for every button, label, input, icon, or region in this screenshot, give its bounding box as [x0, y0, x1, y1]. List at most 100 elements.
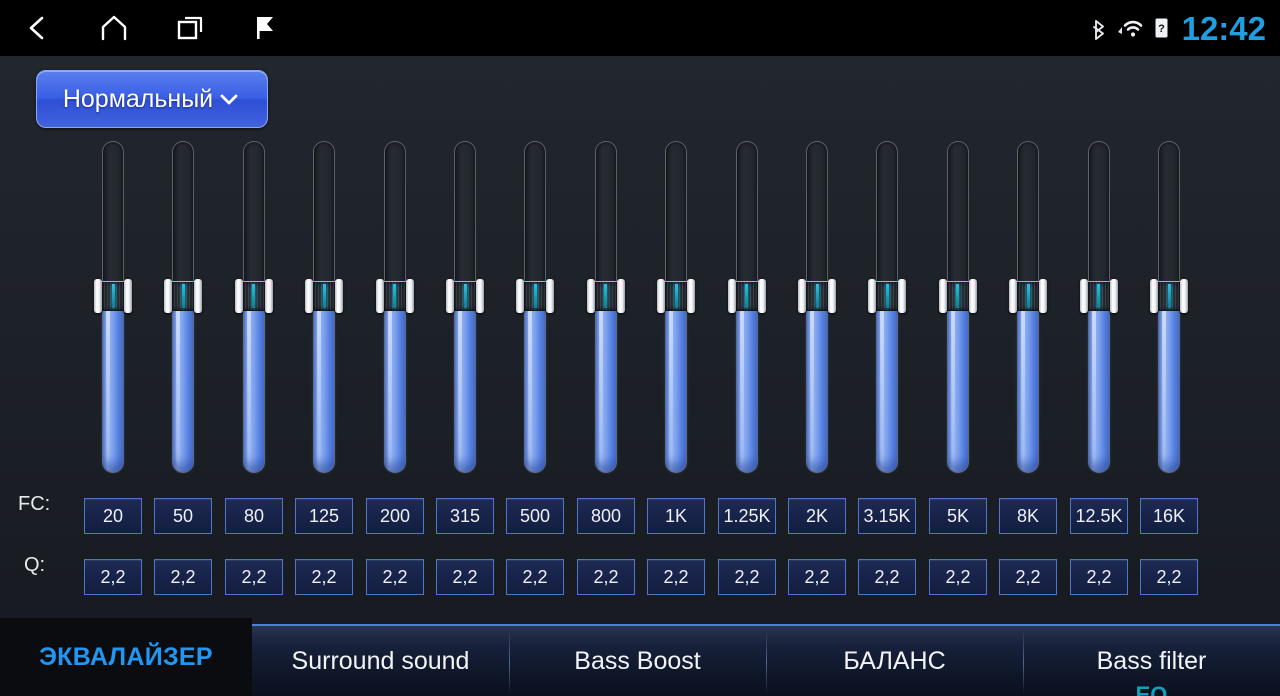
q-value-cell[interactable]: 2,2	[858, 559, 916, 595]
eq-slider-thumb-cap-right	[898, 279, 907, 313]
eq-slider-fill	[243, 295, 264, 472]
q-row-label: Q:	[24, 554, 46, 576]
svg-text:?: ?	[1158, 23, 1165, 35]
eq-slider[interactable]	[375, 141, 414, 473]
q-value-cell[interactable]: 2,2	[506, 559, 564, 595]
eq-slider-thumb[interactable]	[586, 279, 625, 313]
eq-slider[interactable]	[1150, 141, 1188, 473]
eq-slider-thumb[interactable]	[938, 279, 977, 313]
fc-value-cell[interactable]: 3.15K	[858, 498, 916, 534]
eq-slider-thumb-grip	[241, 281, 266, 311]
eq-slider-thumb[interactable]	[164, 279, 203, 313]
eq-slider-thumb-grip	[734, 281, 759, 311]
fc-value-cell[interactable]: 80	[225, 498, 283, 534]
eq-slider[interactable]	[234, 141, 273, 473]
q-value-cell[interactable]: 2,2	[1140, 559, 1198, 595]
back-icon[interactable]	[0, 0, 76, 56]
q-value-cell[interactable]: 2,2	[366, 559, 424, 595]
flag-icon[interactable]	[228, 0, 304, 56]
eq-slider-thumb-cap-right	[968, 279, 977, 313]
q-value-cell[interactable]: 2,2	[295, 559, 353, 595]
preset-dropdown-button[interactable]: Нормальный	[36, 70, 268, 128]
eq-slider-thumb[interactable]	[1009, 279, 1048, 313]
fc-value-cell[interactable]: 20	[84, 498, 142, 534]
eq-slider-thumb[interactable]	[868, 279, 907, 313]
fc-value-cell[interactable]: 50	[154, 498, 212, 534]
eq-slider-thumb[interactable]	[516, 279, 555, 313]
eq-slider-thumb-grip	[453, 281, 477, 311]
eq-slider-thumb[interactable]	[446, 279, 484, 313]
home-icon[interactable]	[76, 0, 152, 56]
eq-slider-thumb-grip	[664, 281, 689, 311]
q-value-cell[interactable]: 2,2	[436, 559, 494, 595]
fc-value-cell[interactable]: 200	[366, 498, 424, 534]
eq-slider-thumb[interactable]	[657, 279, 696, 313]
tab-item-label: Bass filter	[1096, 646, 1207, 675]
fc-value-cell[interactable]: 500	[506, 498, 564, 534]
fc-value-cell[interactable]: 16K	[1140, 498, 1198, 534]
eq-slider-thumb[interactable]	[727, 279, 766, 313]
fc-value-cell[interactable]: 800	[577, 498, 635, 534]
eq-slider[interactable]	[446, 141, 484, 473]
eq-slider-thumb-cap-right	[264, 279, 273, 313]
eq-slider-thumb-cap-left	[305, 279, 314, 313]
q-value-cell[interactable]: 2,2	[577, 559, 635, 595]
eq-slider-thumb-cap-right	[828, 279, 836, 313]
eq-slider-thumb[interactable]	[234, 279, 273, 313]
eq-slider-thumb-cap-left	[94, 279, 102, 313]
eq-slider[interactable]	[305, 141, 344, 473]
q-value-cell[interactable]: 2,2	[225, 559, 283, 595]
fc-value-cell[interactable]: 5K	[929, 498, 987, 534]
eq-slider[interactable]	[516, 141, 555, 473]
q-value-cell[interactable]: 2,2	[1070, 559, 1128, 595]
eq-slider[interactable]	[94, 141, 132, 473]
fc-value-cell[interactable]: 1.25K	[718, 498, 776, 534]
eq-slider[interactable]	[164, 141, 203, 473]
q-value-cell[interactable]: 2,2	[154, 559, 212, 595]
eq-slider-thumb[interactable]	[798, 279, 836, 313]
eq-slider-thumb-grip	[1157, 281, 1181, 311]
tab-item[interactable]: Bass Boost	[509, 626, 766, 696]
eq-slider-thumb[interactable]	[375, 279, 414, 313]
eq-slider[interactable]	[868, 141, 907, 473]
q-value-cell[interactable]: 2,2	[929, 559, 987, 595]
fc-value-cell[interactable]: 1K	[647, 498, 705, 534]
recents-icon[interactable]	[152, 0, 228, 56]
q-value-cell[interactable]: 2,2	[84, 559, 142, 595]
tab-item[interactable]: Surround sound	[252, 626, 509, 696]
fc-value-cell[interactable]: 2K	[788, 498, 846, 534]
eq-slider-thumb-grip	[875, 281, 900, 311]
eq-slider[interactable]	[657, 141, 696, 473]
eq-slider-thumb-cap-right	[1180, 279, 1188, 313]
eq-slider-thumb[interactable]	[1150, 279, 1188, 313]
eq-slider-thumb-grip	[382, 281, 407, 311]
eq-slider[interactable]	[938, 141, 977, 473]
q-value-cell[interactable]: 2,2	[647, 559, 705, 595]
eq-slider-thumb-cap-left	[868, 279, 877, 313]
fc-row-label: FC:	[18, 493, 51, 515]
eq-slider-thumb[interactable]	[94, 279, 132, 313]
tab-equalizer[interactable]: ЭКВАЛАЙЗЕР	[0, 618, 252, 696]
status-icons: ? 12:42	[1091, 0, 1266, 56]
eq-slider[interactable]	[727, 141, 766, 473]
q-value-cell[interactable]: 2,2	[999, 559, 1057, 595]
eq-slider-thumb-cap-left	[234, 279, 243, 313]
eq-slider-thumb-cap-left	[1150, 279, 1158, 313]
q-value-cell[interactable]: 2,2	[788, 559, 846, 595]
eq-slider-thumb-cap-left	[164, 279, 173, 313]
eq-slider-thumb[interactable]	[1079, 279, 1118, 313]
eq-slider[interactable]	[586, 141, 625, 473]
tab-item[interactable]: Bass filter ЕQ	[1023, 626, 1280, 696]
eq-slider-thumb-cap-right	[194, 279, 203, 313]
fc-value-cell[interactable]: 8K	[999, 498, 1057, 534]
q-value-cell[interactable]: 2,2	[718, 559, 776, 595]
fc-value-cell[interactable]: 315	[436, 498, 494, 534]
tab-item[interactable]: БАЛАНС	[766, 626, 1023, 696]
fc-value-cell[interactable]: 12.5K	[1070, 498, 1128, 534]
eq-slider[interactable]	[798, 141, 836, 473]
eq-slider-thumb-grip	[312, 281, 337, 311]
fc-value-cell[interactable]: 125	[295, 498, 353, 534]
eq-slider[interactable]	[1009, 141, 1048, 473]
eq-slider-thumb[interactable]	[305, 279, 344, 313]
eq-slider[interactable]	[1079, 141, 1118, 473]
